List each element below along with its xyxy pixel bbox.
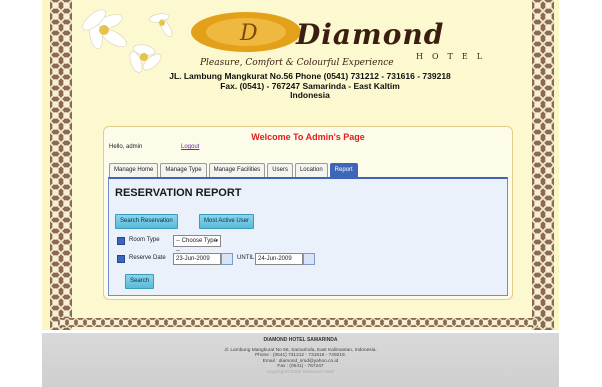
tab-report[interactable]: Report [329, 163, 358, 177]
svg-text:D: D [239, 21, 258, 46]
footer-copyright: Copyright©2009 Diamond Hotel [266, 369, 335, 375]
tab-users[interactable]: Users [267, 163, 293, 177]
chevron-down-icon: ▾ [215, 238, 218, 244]
room-type-select[interactable]: -- Choose Type -- ▾ [173, 235, 221, 254]
tab-manage-facilities[interactable]: Manage Facilities [208, 163, 266, 177]
admin-tabs: Manage Home Manage Type Manage Facilitie… [109, 163, 358, 177]
calendar-icon[interactable] [221, 253, 233, 265]
tab-manage-home[interactable]: Manage Home [109, 163, 159, 177]
until-label: UNTIL [237, 255, 255, 261]
date-to-input[interactable]: 24-Jun-2009 [255, 253, 303, 265]
search-button[interactable]: Search [125, 274, 155, 289]
footer-title: DIAMOND HOTEL SAMARINDA [263, 337, 338, 343]
tagline: Pleasure, Comfort & Colourful Experience [200, 58, 394, 68]
calendar-icon[interactable] [303, 253, 315, 265]
hello-text: Hello, admin [109, 144, 143, 150]
footer: DIAMOND HOTEL SAMARINDA Jl. Lambung Mang… [42, 337, 559, 376]
logout-link[interactable]: Logout [181, 144, 199, 150]
room-type-selected: -- Choose Type -- [176, 238, 217, 254]
tab-manage-type[interactable]: Manage Type [160, 163, 207, 177]
flower-decoration [82, 9, 173, 73]
diamond-oval-logo-icon: D [191, 12, 301, 52]
reserve-date-checkbox[interactable] [117, 255, 125, 263]
hotel-address: JL. Lambung Mangkurat No.56 Phone (0541)… [90, 71, 530, 101]
tab-location[interactable]: Location [294, 163, 328, 177]
reserve-date-label: Reserve Date [129, 255, 166, 261]
most-active-user-button[interactable]: Most Active User [199, 214, 255, 229]
room-type-checkbox[interactable] [117, 237, 125, 245]
lace-border-left [50, 0, 72, 330]
report-tab-panel: RESERVATION REPORT Search Reservation Mo… [108, 177, 508, 296]
address-line: Indonesia [290, 90, 330, 100]
logo-hotel-text: HOTEL [416, 52, 492, 61]
logo-text: Diamond [296, 18, 445, 51]
admin-panel: Welcome To Admin's Page Hello, admin Log… [103, 126, 513, 300]
room-type-label: Room Type [129, 237, 160, 243]
lace-border-right [532, 0, 554, 330]
lace-border-bottom [58, 318, 538, 327]
welcome-heading: Welcome To Admin's Page [251, 132, 365, 142]
date-from-input[interactable]: 23-Jun-2009 [173, 253, 221, 265]
search-reservation-button[interactable]: Search Reservation [115, 214, 178, 229]
report-title: RESERVATION REPORT [115, 187, 242, 199]
